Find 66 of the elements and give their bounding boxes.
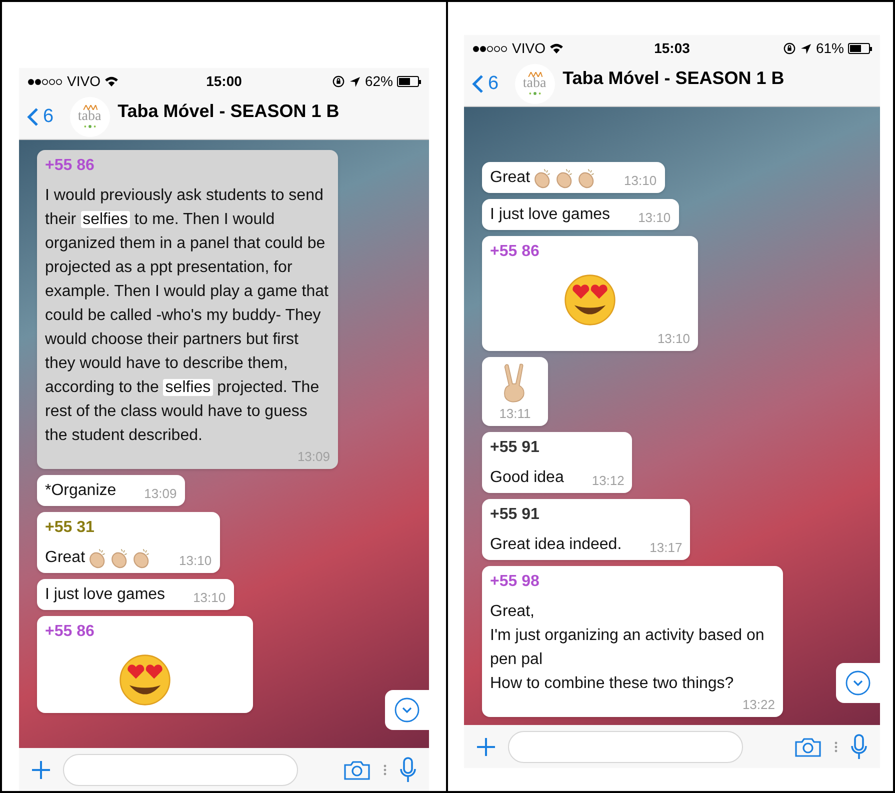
sender-number: +55 91 (490, 438, 540, 458)
scroll-down-button[interactable] (836, 663, 880, 703)
chevron-down-circle-icon (845, 670, 871, 696)
message-text: *Organize (45, 481, 116, 501)
location-arrow-icon (348, 76, 361, 88)
message-input-field[interactable] (508, 730, 743, 762)
microphone-icon[interactable] (850, 734, 868, 760)
clock-time: 15:03 (653, 39, 691, 58)
chat-title: Taba Móvel - SEASON 1 B (562, 67, 784, 90)
plus-icon[interactable] (31, 760, 51, 780)
location-arrow-icon (800, 42, 812, 54)
message-text: I just love games (490, 205, 610, 225)
chat-title: Taba Móvel - SEASON 1 B (118, 100, 340, 123)
message-time: 13:10 (657, 330, 690, 348)
battery-icon (848, 43, 872, 54)
rotation-lock-icon (332, 75, 345, 88)
carrier-name: VIVO (512, 39, 546, 58)
sender-number: +55 31 (45, 518, 96, 538)
camera-icon[interactable] (343, 758, 371, 780)
battery-percent: 61% (816, 39, 844, 58)
clock-time: 15:00 (205, 72, 243, 91)
message-time: 13:17 (650, 539, 682, 557)
rotation-lock-icon (782, 42, 796, 55)
battery-percent: 62% (364, 72, 393, 91)
plus-icon[interactable] (476, 736, 496, 756)
carrier-name: VIVO (67, 72, 100, 91)
message-input-field[interactable] (63, 754, 298, 786)
message-time: 13:09 (144, 485, 177, 503)
message-time: 13:10 (624, 172, 657, 190)
message-text: Great (490, 168, 530, 188)
message-text: Good idea (490, 468, 564, 488)
sender-number: +55 98 (490, 572, 540, 592)
microphone-icon[interactable] (399, 756, 417, 782)
message-time: 13:12 (592, 472, 624, 490)
sender-number: +55 86 (45, 622, 96, 642)
heart-eyes-emoji-icon (119, 654, 171, 706)
group-avatar: taba (514, 64, 555, 104)
sender-number: +55 91 (490, 505, 540, 525)
signal-icon (472, 44, 508, 52)
dots-icon (834, 740, 838, 754)
camera-icon[interactable] (794, 736, 822, 758)
message-time: 13:11 (499, 405, 531, 423)
sender-number: +55 86 (490, 242, 540, 262)
message-time: 13:10 (638, 209, 671, 227)
scroll-down-button[interactable] (385, 690, 429, 730)
sender-number: +55 86 (45, 156, 96, 176)
wifi-icon (104, 76, 120, 87)
signal-icon (27, 78, 63, 86)
message-time: 13:22 (742, 696, 775, 714)
heart-eyes-emoji-icon (564, 274, 616, 326)
back-button[interactable]: 6 (27, 102, 54, 132)
wifi-icon (549, 43, 564, 54)
battery-icon (397, 76, 421, 87)
message-time: 13:10 (179, 552, 212, 570)
message-text: Great, I'm just organizing an activity based on pen pal How to combine these two things? (490, 602, 766, 694)
message-text: Great idea indeed. (490, 535, 622, 555)
message-text: I just love games (45, 585, 166, 605)
message-text: Great (45, 548, 86, 568)
chevron-left-icon (27, 107, 39, 127)
dots-icon (383, 762, 387, 776)
chevron-down-circle-icon (394, 697, 420, 723)
message-time: 13:10 (193, 589, 226, 607)
chevron-left-icon (472, 74, 484, 94)
message-text: I would previously ask students to send their selfies to me. Then I would organized them in a panel that could be projected as a ppt presentation, for example. Then I would play a game that could be called -who's my buddy- They would choose their partners but first they would have to describe them, according to the selfies projected. The rest of the class would have to guess the student described. (45, 186, 330, 446)
group-avatar: taba (70, 97, 110, 137)
back-button[interactable]: 6 (472, 70, 499, 98)
